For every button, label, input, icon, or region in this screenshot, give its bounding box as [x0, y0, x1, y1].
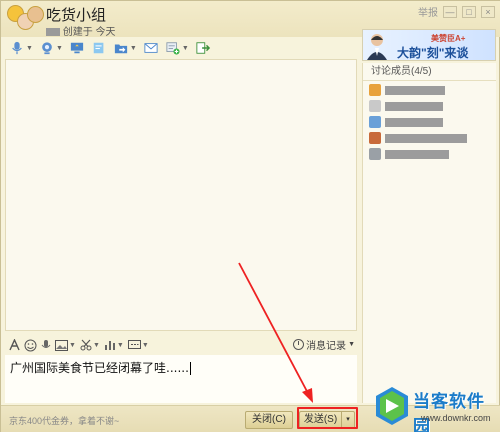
- exit-group-button[interactable]: [195, 41, 211, 55]
- member-item[interactable]: [369, 147, 496, 161]
- window-controls: 举报 — □ ×: [418, 4, 495, 19]
- chevron-down-icon[interactable]: ▼: [69, 342, 76, 349]
- watermark-logo: [376, 387, 408, 425]
- ad-banner[interactable]: 美赞臣A+ 大韵"刻"来谈: [362, 29, 496, 61]
- watermark: 当客软件园 www.downkr.com: [373, 385, 499, 432]
- scissors-icon: [80, 339, 92, 351]
- member-avatar: [369, 100, 381, 112]
- member-name-redacted: [385, 85, 445, 95]
- group-name[interactable]: 吃货小组: [46, 4, 106, 25]
- maximize-button[interactable]: □: [462, 5, 476, 18]
- smiley-icon: [24, 339, 37, 351]
- camera-icon: [42, 42, 52, 55]
- message-history[interactable]: [5, 59, 357, 331]
- chart-button[interactable]: ▼: [104, 339, 124, 351]
- member-name-redacted: [385, 133, 467, 143]
- member-item[interactable]: [369, 83, 496, 97]
- image-button[interactable]: ▼: [55, 339, 76, 351]
- member-list: [363, 83, 496, 161]
- send-button-highlight: [297, 407, 358, 429]
- more-button[interactable]: ▼: [127, 339, 149, 351]
- folder-icon: [114, 44, 127, 54]
- member-name-redacted: [385, 117, 443, 127]
- clock-icon: [293, 339, 305, 350]
- ad-person-image: [367, 34, 387, 60]
- font-icon: [9, 339, 20, 351]
- close-button[interactable]: 关闭(C): [245, 411, 293, 429]
- screenshot-button[interactable]: ▼: [80, 339, 100, 351]
- report-link[interactable]: 举报: [418, 4, 438, 19]
- note-button[interactable]: [91, 41, 107, 55]
- member-avatar: [369, 132, 381, 144]
- chat-window: 吃货小组 创建于 今天 举报 — □ × ▼ ▼ ▼ ▼ 美赞臣A+ 大韵"刻"…: [0, 0, 500, 432]
- member-item[interactable]: [369, 99, 496, 113]
- voice-message-button[interactable]: [41, 339, 51, 352]
- app-button[interactable]: ▼: [165, 41, 189, 55]
- message-icon: [127, 339, 141, 349]
- chevron-down-icon[interactable]: ▼: [182, 45, 189, 52]
- send-file-button[interactable]: ▼: [113, 41, 137, 55]
- member-avatar: [369, 116, 381, 128]
- exit-icon: [196, 42, 210, 54]
- watermark-url: www.downkr.com: [421, 413, 491, 423]
- history-label: 消息记录: [306, 341, 347, 352]
- text-caret: [189, 362, 191, 375]
- monitor-icon: [70, 42, 83, 54]
- email-icon: [144, 43, 158, 53]
- member-name-redacted: [385, 101, 443, 111]
- microphone-icon: [12, 41, 22, 55]
- message-input[interactable]: 广州国际美食节已经闭幕了哇......: [5, 355, 357, 403]
- ad-slogan: 大韵"刻"来谈: [397, 46, 469, 60]
- promo-link[interactable]: 京东400代金券，拿着不谢~: [9, 414, 119, 427]
- redacted-creator: [46, 28, 60, 37]
- chevron-down-icon[interactable]: ▼: [117, 342, 124, 349]
- chevron-down-icon[interactable]: ▼: [142, 342, 149, 349]
- note-icon: [93, 42, 104, 54]
- microphone-icon: [41, 339, 51, 348]
- group-avatar[interactable]: [7, 4, 45, 34]
- font-button[interactable]: [9, 339, 20, 351]
- watermark-title: 当客软件园: [413, 392, 485, 432]
- message-input-text: 广州国际美食节已经闭幕了哇......: [10, 359, 191, 376]
- member-avatar: [369, 84, 381, 96]
- message-history-button[interactable]: 消息记录 ▼: [293, 337, 355, 352]
- close-window-button[interactable]: ×: [481, 5, 495, 18]
- input-toolbar: ▼ ▼ ▼ ▼ 消息记录 ▼: [5, 335, 357, 355]
- member-item[interactable]: [369, 115, 496, 129]
- ad-brand: 美赞臣A+: [431, 34, 466, 43]
- app-add-icon: [166, 42, 180, 55]
- chevron-down-icon[interactable]: ▼: [56, 45, 63, 52]
- video-call-button[interactable]: ▼: [39, 41, 63, 55]
- email-button[interactable]: [143, 41, 159, 55]
- member-item[interactable]: [369, 131, 496, 145]
- chat-toolbar: ▼ ▼ ▼ ▼: [1, 37, 361, 59]
- minimize-button[interactable]: —: [443, 5, 457, 18]
- members-title: 讨论成员(4/5): [363, 63, 496, 81]
- group-created-info: 创建于 今天: [46, 23, 116, 38]
- chevron-down-icon[interactable]: ▼: [348, 341, 355, 348]
- emoji-button[interactable]: [24, 339, 37, 352]
- chevron-down-icon[interactable]: ▼: [26, 45, 33, 52]
- member-avatar: [369, 148, 381, 160]
- share-screen-button[interactable]: [69, 41, 85, 55]
- members-panel: 讨论成员(4/5): [362, 63, 496, 403]
- image-icon: [55, 339, 68, 351]
- chevron-down-icon[interactable]: ▼: [130, 45, 137, 52]
- bar-chart-icon: [104, 341, 115, 350]
- member-name-redacted: [385, 149, 449, 159]
- typed-text: 广州国际美食节已经闭幕了哇......: [10, 361, 189, 375]
- chevron-down-icon[interactable]: ▼: [93, 342, 100, 349]
- voice-call-button[interactable]: ▼: [9, 41, 33, 55]
